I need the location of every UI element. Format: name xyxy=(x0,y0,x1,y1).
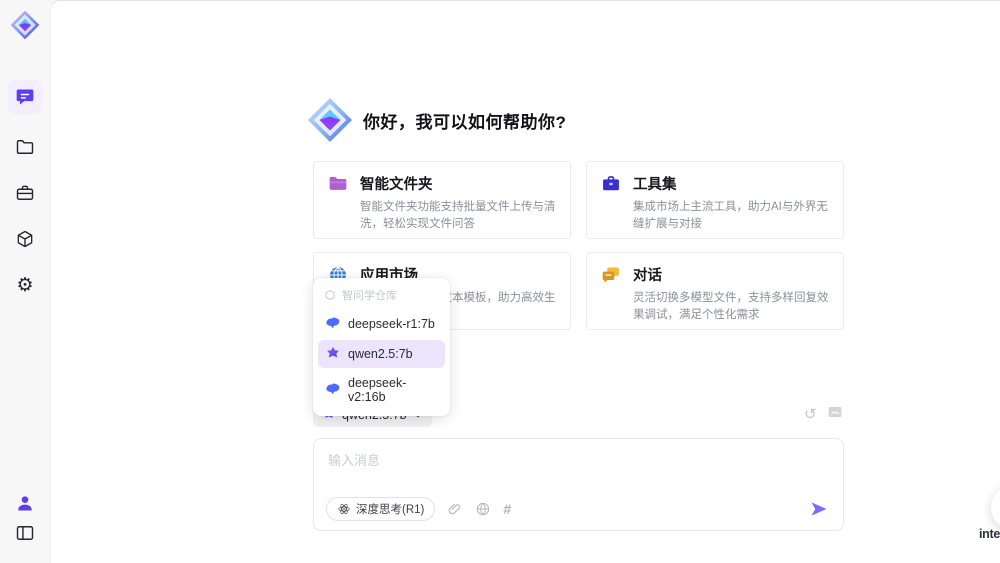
card-description: 智能文件夹功能支持批量文件上传与清洗，轻松实现文件问答 xyxy=(360,201,556,231)
message-input[interactable]: 输入消息 深度思考(R1) # xyxy=(313,438,844,531)
intel-wordmark: intel xyxy=(979,527,1000,541)
card-dialog[interactable]: 对话 灵活切换多模型文件，支持多样回复效果调试，满足个性化需求 xyxy=(586,252,844,330)
card-smart-folder[interactable]: 智能文件夹 智能文件夹功能支持批量文件上传与清洗，轻松实现文件问答 xyxy=(313,161,571,239)
chat-icon xyxy=(16,89,34,105)
app-logo-icon xyxy=(10,10,40,40)
sidebar-item-collapse[interactable] xyxy=(8,516,42,550)
composer-toolbar: 深度思考(R1) # xyxy=(326,497,829,521)
model-option-label: qwen2.5:7b xyxy=(348,347,413,361)
model-option-label: deepseek-v2:16b xyxy=(348,376,407,404)
send-icon[interactable] xyxy=(809,499,829,519)
gallery-icon[interactable] xyxy=(827,404,843,425)
panel-icon xyxy=(16,526,34,540)
history-icon[interactable]: ↺ xyxy=(804,407,817,422)
hash-icon[interactable]: # xyxy=(503,501,511,517)
composer-top-actions: ↺ xyxy=(804,404,843,425)
card-title: 智能文件夹 xyxy=(360,177,433,193)
assistant-logo-icon xyxy=(307,97,353,143)
dialog-icon xyxy=(602,267,619,282)
deepseek-whale-icon xyxy=(326,383,340,395)
card-title: 对话 xyxy=(633,268,662,284)
sidebar-item-models[interactable] xyxy=(8,222,42,256)
model-dropdown-header: 智问学仓库 xyxy=(318,284,445,308)
model-option-qwen[interactable]: qwen2.5:7b xyxy=(318,340,445,368)
sidebar-item-account[interactable] xyxy=(8,486,42,520)
folder-icon xyxy=(16,140,34,154)
input-placeholder: 输入消息 xyxy=(328,453,381,468)
globe-icon[interactable] xyxy=(475,501,491,517)
model-option-deepseek-v2[interactable]: deepseek-v2:16b xyxy=(318,370,445,410)
user-icon xyxy=(18,496,32,511)
gear-icon: ⚙ xyxy=(16,274,34,296)
sidebar-item-chat[interactable] xyxy=(8,80,42,114)
cube-icon xyxy=(17,230,33,248)
atom-icon xyxy=(338,503,350,515)
sidebar-item-folders[interactable] xyxy=(8,130,42,164)
intel-core-logo: intel core xyxy=(979,527,1000,548)
greeting: 你好，我可以如何帮助你? xyxy=(307,97,566,143)
app-window: ⚙ 你好，我可以如何帮助你? 智能文件夹 智能文件夹功能支持批量文件上传与清洗，… xyxy=(0,0,1000,563)
model-option-label: deepseek-r1:7b xyxy=(348,317,435,331)
sidebar-item-settings[interactable]: ⚙ xyxy=(8,268,42,302)
card-title: 工具集 xyxy=(633,177,677,193)
model-option-deepseek-r1[interactable]: deepseek-r1:7b xyxy=(318,310,445,338)
model-dropdown: 智问学仓库 deepseek-r1:7b qwen2.5:7b deepseek… xyxy=(313,278,450,416)
toolset-icon xyxy=(603,175,619,190)
qwen-icon xyxy=(327,347,339,358)
repository-icon xyxy=(325,289,335,301)
deep-think-toggle[interactable]: 深度思考(R1) xyxy=(326,497,436,521)
sidebar-item-toolbox[interactable] xyxy=(8,176,42,210)
card-description: 灵活切换多模型文件，支持多样回复效果调试，满足个性化需求 xyxy=(633,292,829,322)
deep-think-label: 深度思考(R1) xyxy=(356,504,425,516)
sidebar: ⚙ xyxy=(0,0,50,563)
download-button[interactable] xyxy=(991,485,1000,530)
card-toolset[interactable]: 工具集 集成市场上主流工具，助力AI与外界无缝扩展与对接 xyxy=(586,161,844,239)
greeting-title: 你好，我可以如何帮助你? xyxy=(363,112,567,132)
deepseek-whale-icon xyxy=(326,317,340,329)
main-surface: 你好，我可以如何帮助你? 智能文件夹 智能文件夹功能支持批量文件上传与清洗，轻松… xyxy=(50,0,1000,563)
briefcase-icon xyxy=(16,185,34,200)
card-description: 集成市场上主流工具，助力AI与外界无缝扩展与对接 xyxy=(633,201,828,231)
smart-folder-icon xyxy=(329,176,347,190)
attachment-icon[interactable] xyxy=(447,501,463,517)
model-dropdown-header-label: 智问学仓库 xyxy=(342,290,397,302)
